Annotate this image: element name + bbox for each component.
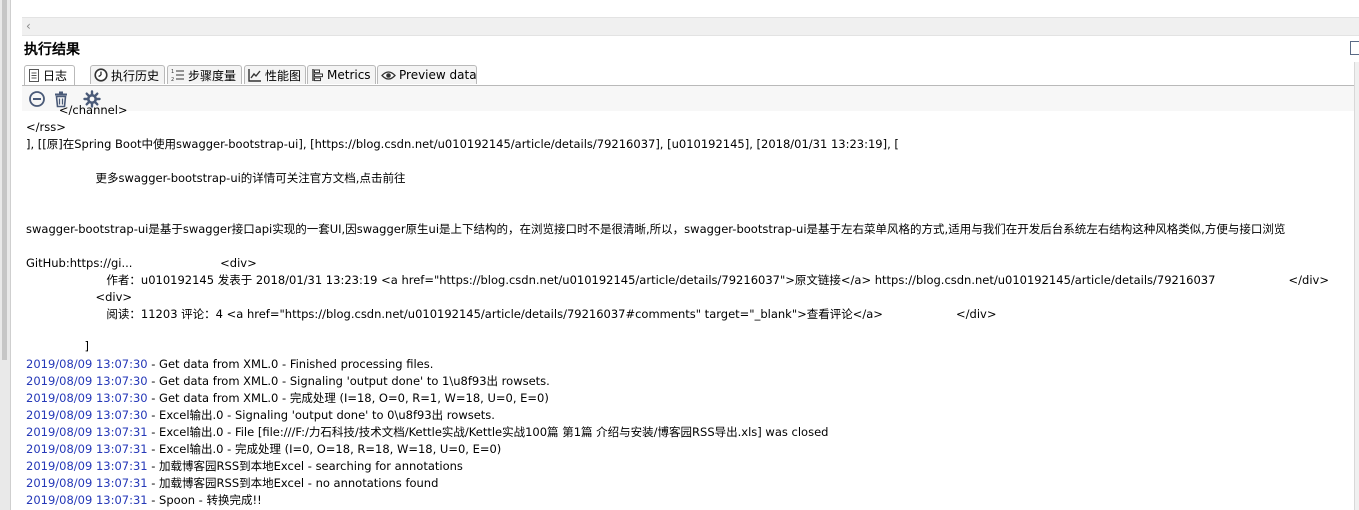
log-line: 更多swagger-bootstrap-ui的详情可关注官方文档,点击前往 (26, 171, 406, 185)
log-timestamp: 2019/08/09 13:07:30 (26, 357, 148, 371)
log-line: ] (26, 339, 89, 353)
log-message: - Excel输出.0 - File [file:///F:/力石科技/技术文档… (147, 425, 829, 439)
log-entry: 2019/08/09 13:07:31 - Excel输出.0 - 完成处理 (… (26, 442, 501, 457)
log-output[interactable]: </channel> </rss> ], [[原]在Spring Boot中使用… (22, 103, 1354, 510)
log-message: - 加载博客园RSS到本地Excel - searching for annot… (147, 459, 463, 473)
performance-chart-icon (248, 69, 261, 82)
left-scrollbar[interactable] (0, 0, 11, 510)
log-line: </channel> (26, 103, 128, 117)
log-timestamp: 2019/08/09 13:07:31 (26, 442, 148, 456)
horizontal-scrollbar[interactable]: ‹ (22, 17, 1359, 36)
svg-text:2: 2 (171, 77, 174, 82)
log-entry: 2019/08/09 13:07:30 - Get data from XML.… (26, 374, 550, 389)
step-metrics-icon: 1 2 (171, 69, 184, 82)
tab-metrics[interactable]: Metrics (307, 65, 376, 84)
log-entry: 2019/08/09 13:07:31 - 加载博客园RSS到本地Excel -… (26, 476, 438, 491)
log-entry: 2019/08/09 13:07:31 - Excel输出.0 - File [… (26, 425, 828, 440)
log-entry: 2019/08/09 13:07:30 - Get data from XML.… (26, 357, 433, 372)
preview-eye-icon (381, 70, 396, 80)
log-line: swagger-bootstrap-ui是基于swagger接口api实现的一套… (26, 222, 1286, 236)
tab-label: 日志 (43, 69, 68, 83)
log-line: 阅读：11203 评论：4 <a href="https://blog.csdn… (26, 307, 997, 321)
log-timestamp: 2019/08/09 13:07:30 (26, 391, 148, 405)
log-timestamp: 2019/08/09 13:07:30 (26, 408, 148, 422)
log-timestamp: 2019/08/09 13:07:31 (26, 493, 148, 507)
log-message: - Excel输出.0 - 完成处理 (I=0, O=18, R=18, W=1… (147, 442, 502, 456)
log-timestamp: 2019/08/09 13:07:31 (26, 459, 148, 473)
left-scrollbar-thumb[interactable] (2, 0, 7, 360)
metrics-icon (312, 69, 323, 82)
tab-step-metrics[interactable]: 1 2 步骤度量 (167, 65, 242, 84)
tab-label: 性能图 (265, 68, 302, 83)
log-timestamp: 2019/08/09 13:07:31 (26, 425, 148, 439)
tab-label: Preview data (399, 68, 477, 82)
tab-label: 执行历史 (111, 68, 160, 83)
log-entry: 2019/08/09 13:07:31 - Spoon - 转换完成!! (26, 493, 262, 508)
log-line: ], [[原]在Spring Boot中使用swagger-bootstrap-… (26, 137, 899, 151)
log-entry: 2019/08/09 13:07:31 - 加载博客园RSS到本地Excel -… (26, 459, 463, 474)
tab-log[interactable]: 日志 (24, 65, 75, 85)
log-message: - Spoon - 转换完成!! (147, 493, 262, 507)
maximize-icon[interactable] (1350, 41, 1359, 55)
log-line: 作者：u010192145 发表于 2018/01/31 13:23:19 <a… (26, 273, 1329, 287)
log-message: - Get data from XML.0 - Finished process… (147, 357, 434, 371)
log-message: - 加载博客园RSS到本地Excel - no annotations foun… (147, 476, 439, 490)
tab-history[interactable]: 执行历史 (90, 65, 165, 84)
tab-label: Metrics (327, 68, 371, 82)
svg-text:1: 1 (171, 69, 174, 75)
log-icon (29, 69, 39, 82)
tab-preview-data[interactable]: Preview data (377, 65, 477, 84)
log-entry: 2019/08/09 13:07:30 - Get data from XML.… (26, 391, 549, 406)
result-tabs: 日志 执行历史 1 2 步骤度量 性能图 Metrics Preview dat… (22, 65, 1354, 86)
log-message: - Get data from XML.0 - Signaling 'outpu… (147, 374, 550, 388)
panel-title: 执行结果 (24, 42, 80, 58)
log-message: - Excel输出.0 - Signaling 'output done' to… (147, 408, 495, 422)
scroll-left-arrow-icon[interactable]: ‹ (26, 19, 31, 33)
log-line: <div> (26, 290, 133, 304)
log-timestamp: 2019/08/09 13:07:30 (26, 374, 148, 388)
tab-performance-chart[interactable]: 性能图 (244, 65, 306, 84)
log-message: - Get data from XML.0 - 完成处理 (I=18, O=0,… (147, 391, 549, 405)
log-entry: 2019/08/09 13:07:30 - Excel输出.0 - Signal… (26, 408, 495, 423)
tab-label: 步骤度量 (188, 68, 237, 83)
log-line: GitHub:https://gi... <div> (26, 256, 257, 270)
log-timestamp: 2019/08/09 13:07:31 (26, 476, 148, 490)
right-scrollbar[interactable] (1354, 62, 1359, 510)
history-icon (94, 68, 108, 82)
log-line: </rss> (26, 120, 66, 134)
